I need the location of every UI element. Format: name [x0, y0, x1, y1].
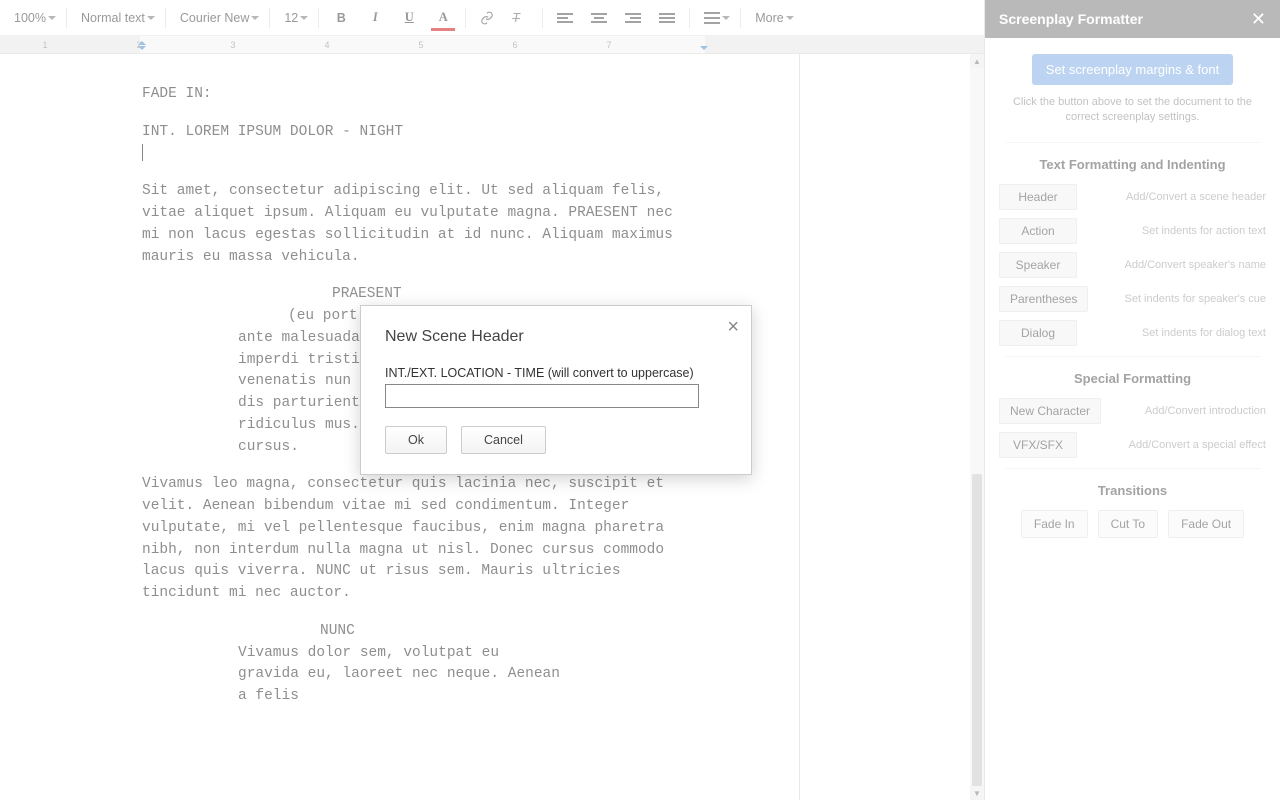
ok-button[interactable]: Ok	[385, 426, 447, 454]
new-scene-header-dialog: × New Scene Header INT./EXT. LOCATION - …	[360, 305, 752, 475]
dialog-field-label: INT./EXT. LOCATION - TIME (will convert …	[385, 366, 727, 380]
cancel-button[interactable]: Cancel	[461, 426, 546, 454]
scene-header-input[interactable]	[385, 384, 699, 408]
dialog-close-button[interactable]: ×	[727, 316, 739, 339]
dialog-title: New Scene Header	[385, 328, 727, 346]
